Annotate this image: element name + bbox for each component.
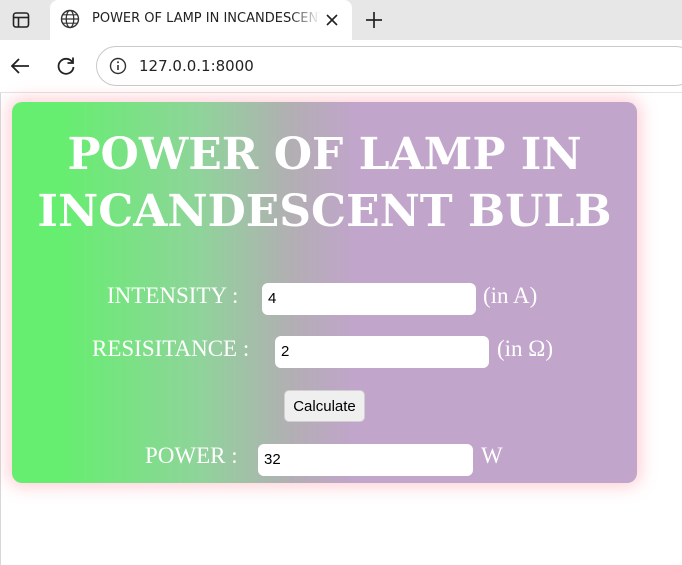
- page-viewport: POWER OF LAMP IN INCANDESCENT BULB INTEN…: [0, 93, 682, 565]
- url-text: 127.0.0.1:8000: [139, 57, 254, 75]
- address-bar[interactable]: 127.0.0.1:8000: [96, 46, 682, 86]
- calculate-button[interactable]: Calculate: [284, 390, 365, 422]
- reload-button[interactable]: [54, 54, 78, 78]
- power-output[interactable]: [258, 444, 473, 476]
- browser-tab-bar: POWER OF LAMP IN INCANDESCENT BULB: [0, 0, 682, 40]
- power-label: POWER :: [145, 443, 238, 468]
- resistance-input[interactable]: [275, 336, 489, 368]
- power-unit: W: [481, 443, 503, 468]
- calculator-card: POWER OF LAMP IN INCANDESCENT BULB INTEN…: [12, 102, 637, 483]
- globe-icon: [60, 9, 80, 29]
- reload-icon: [57, 57, 75, 75]
- back-arrow-icon: [10, 58, 29, 74]
- sidebar-icon[interactable]: [10, 9, 32, 31]
- tab-title-fade: [290, 8, 320, 32]
- intensity-label: INTENSITY :: [107, 283, 239, 308]
- info-icon[interactable]: [109, 57, 127, 75]
- intensity-unit: (in A): [483, 283, 538, 308]
- intensity-input[interactable]: [262, 283, 476, 315]
- page-title: POWER OF LAMP IN INCANDESCENT BULB: [12, 126, 637, 240]
- plus-icon: [366, 12, 382, 28]
- new-tab-button[interactable]: [362, 8, 386, 32]
- resistance-unit: (in Ω): [497, 336, 554, 361]
- browser-toolbar: 127.0.0.1:8000: [0, 40, 682, 93]
- close-icon[interactable]: [322, 10, 342, 30]
- back-button[interactable]: [8, 54, 32, 78]
- resistance-label: RESISITANCE :: [92, 336, 250, 361]
- tab-title: POWER OF LAMP IN INCANDESCENT BULB: [92, 11, 320, 26]
- title-line-2: INCANDESCENT BULB: [37, 186, 612, 237]
- browser-tab[interactable]: POWER OF LAMP IN INCANDESCENT BULB: [50, 0, 352, 40]
- title-line-1: POWER OF LAMP IN: [67, 129, 582, 180]
